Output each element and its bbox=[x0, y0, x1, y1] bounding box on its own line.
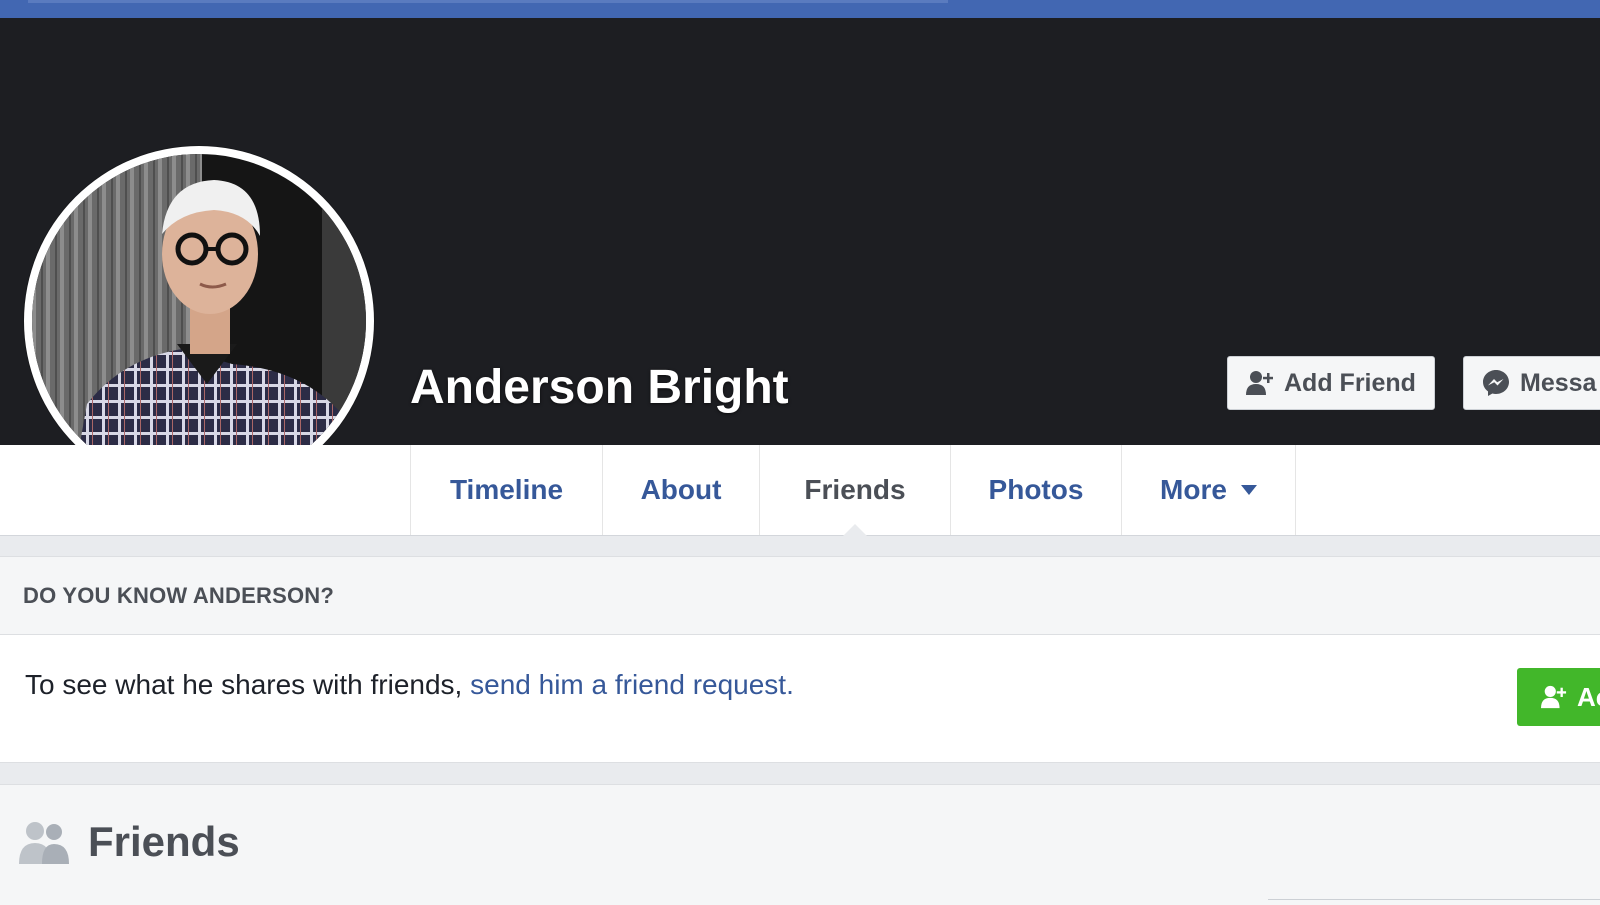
friends-icon bbox=[19, 822, 69, 864]
friend-request-link[interactable]: send him a friend request. bbox=[470, 669, 794, 700]
top-navigation-bar bbox=[0, 0, 1600, 18]
tab-about[interactable]: About bbox=[603, 445, 760, 535]
tab-more-label: More bbox=[1160, 474, 1227, 505]
add-friend-green-label: Ac bbox=[1577, 681, 1600, 712]
add-friend-green-button[interactable]: Ac bbox=[1517, 668, 1600, 726]
messenger-icon bbox=[1483, 370, 1509, 396]
do-you-know-message: To see what he shares with friends, send… bbox=[25, 669, 794, 701]
tab-friends[interactable]: Friends bbox=[760, 445, 951, 536]
tab-photos-label: Photos bbox=[988, 474, 1084, 505]
do-you-know-card: DO YOU KNOW ANDERSON? To see what he sha… bbox=[0, 556, 1600, 763]
tab-timeline-label: Timeline bbox=[449, 474, 564, 505]
chevron-down-icon bbox=[1240, 485, 1257, 495]
tab-more[interactable]: More bbox=[1122, 445, 1296, 535]
tab-about-label: About bbox=[640, 474, 722, 505]
tab-photos[interactable]: Photos bbox=[951, 445, 1122, 535]
tab-friends-label: Friends bbox=[804, 474, 906, 505]
do-you-know-header: DO YOU KNOW ANDERSON? bbox=[0, 557, 1600, 635]
friends-section-title[interactable]: Friends bbox=[18, 818, 240, 866]
add-friend-icon bbox=[1541, 685, 1567, 709]
profile-picture[interactable] bbox=[24, 146, 374, 496]
add-friend-button[interactable]: Add Friend bbox=[1227, 356, 1435, 410]
friends-title-label: Friends bbox=[88, 818, 240, 865]
tab-timeline[interactable]: Timeline bbox=[411, 445, 603, 535]
profile-tabs-bar: Timeline About Friends Photos More bbox=[0, 445, 1600, 536]
profile-name[interactable]: Anderson Bright bbox=[410, 360, 789, 415]
profile-tabs: Timeline About Friends Photos More bbox=[410, 445, 1296, 536]
add-friend-label: Add Friend bbox=[1284, 368, 1416, 397]
do-you-know-text: To see what he shares with friends, bbox=[25, 669, 471, 700]
top-bar-strip bbox=[28, 0, 948, 3]
add-friend-icon bbox=[1246, 371, 1273, 395]
message-button[interactable]: Messa bbox=[1463, 356, 1600, 410]
profile-picture-image bbox=[32, 154, 366, 488]
friends-section: Friends bbox=[0, 784, 1600, 905]
message-label: Messa bbox=[1520, 368, 1597, 397]
